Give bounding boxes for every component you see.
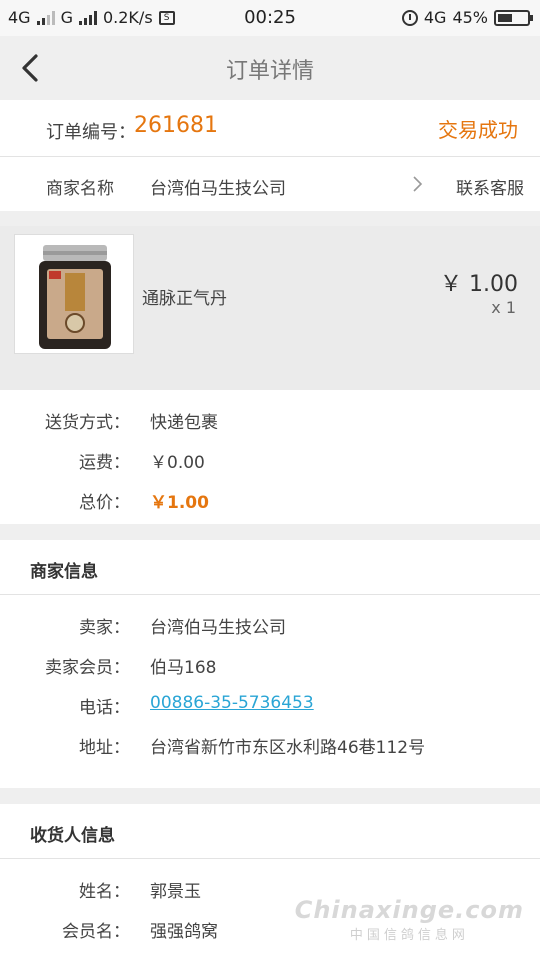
battery-icon xyxy=(494,9,533,26)
seller-address: 台湾省新竹市东区水利路46巷112号 xyxy=(150,738,426,758)
seller-member: 伯马168 xyxy=(150,658,217,678)
chevron-right-icon[interactable] xyxy=(410,175,424,193)
contact-service-link[interactable]: 联系客服 xyxy=(456,174,524,199)
receiver-name-label: 姓名： xyxy=(79,882,130,902)
receiver-name: 郭景玉 xyxy=(150,882,201,902)
seller-info-title: 商家信息 xyxy=(30,562,98,582)
order-status: 交易成功 xyxy=(438,118,518,142)
order-number: 261681 xyxy=(134,113,218,138)
merchant-label: 商家名称 xyxy=(46,179,114,199)
shipping-fee: ￥0.00 xyxy=(150,453,205,473)
delivery-method-label: 送货方式： xyxy=(45,413,130,433)
phone-label: 电话： xyxy=(79,698,130,718)
phone-link[interactable]: 00886-35-5736453 xyxy=(150,693,314,713)
total-price-label: 总价： xyxy=(79,493,130,513)
network-type-3: 4G xyxy=(423,8,447,27)
divider xyxy=(0,858,540,859)
merchant-name: 台湾伯马生技公司 xyxy=(150,179,286,199)
divider xyxy=(0,594,540,595)
seller-member-label: 卖家会员： xyxy=(45,658,130,678)
nav-bar: 订单详情 xyxy=(0,36,540,100)
address-label: 地址： xyxy=(79,738,130,758)
watermark: Chinaxinge.com 中国信鸽信息网 xyxy=(295,896,524,943)
delivery-card: 送货方式： 快递包裹 运费： ￥0.00 总价： ￥1.00 xyxy=(0,390,540,524)
seller-label: 卖家： xyxy=(79,618,130,638)
battery-percent: 45% xyxy=(452,8,488,27)
order-number-label: 订单编号： xyxy=(46,122,136,143)
receiver-member: 强强鸽窝 xyxy=(150,922,218,942)
status-bar: 4G G 0.2K/s S 00:25 4G 45% xyxy=(0,0,540,36)
product-item[interactable]: 通脉正气丹 ￥ 1.00 x 1 xyxy=(0,226,540,390)
watermark-logo: Chinaxinge.com xyxy=(294,896,524,924)
alarm-icon xyxy=(401,9,418,26)
receiver-member-label: 会员名： xyxy=(62,922,130,942)
product-image xyxy=(14,234,134,354)
page-title: 订单详情 xyxy=(225,59,314,84)
product-quantity: x 1 xyxy=(491,298,516,317)
seller-info-card: 商家信息 卖家： 台湾伯马生技公司 卖家会员： 伯马168 电话： 00886-… xyxy=(0,540,540,788)
watermark-subtitle: 中国信鸽信息网 xyxy=(349,928,469,943)
product-price: ￥ 1.00 xyxy=(440,272,518,297)
product-jar-image xyxy=(39,245,111,349)
receiver-info-title: 收货人信息 xyxy=(30,826,115,846)
seller-name: 台湾伯马生技公司 xyxy=(150,618,286,638)
total-price: ￥1.00 xyxy=(150,493,209,513)
order-card: 订单编号： 261681 交易成功 xyxy=(0,100,540,156)
merchant-row[interactable]: 商家名称 台湾伯马生技公司 联系客服 xyxy=(0,157,540,211)
status-right: 4G 45% xyxy=(401,8,533,27)
shipping-fee-label: 运费： xyxy=(79,453,130,473)
delivery-method: 快递包裹 xyxy=(150,413,218,433)
product-name: 通脉正气丹 xyxy=(142,289,227,309)
